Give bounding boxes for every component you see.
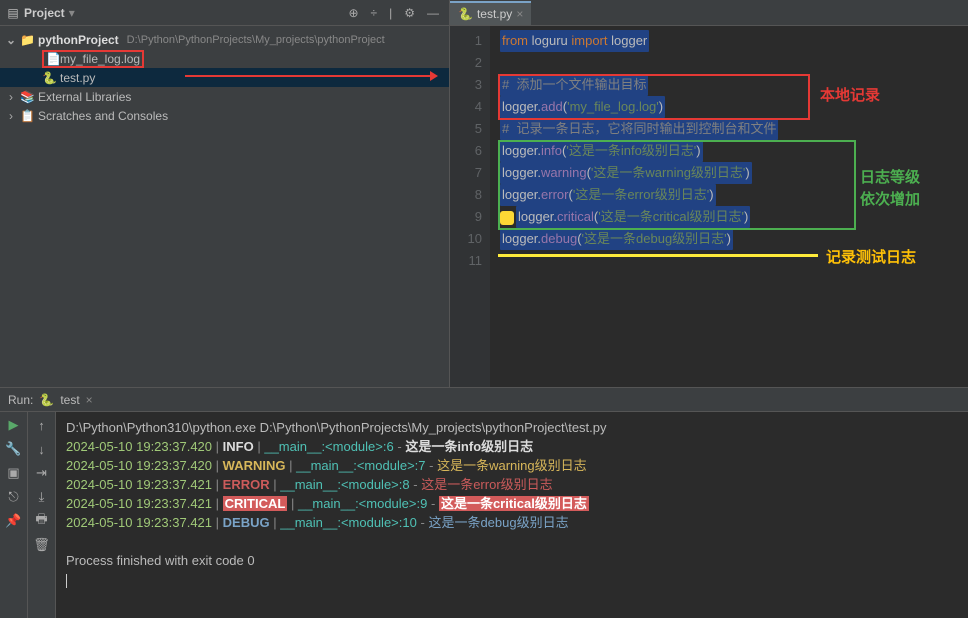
project-icon: ▤ (6, 6, 20, 20)
project-root[interactable]: ⌄ 📁 pythonProject D:\Python\PythonProjec… (0, 30, 449, 49)
run-panel-header: Run: 🐍 test × (0, 388, 968, 412)
run-panel: ▶ 🔧 ▣ ⎋ 📌 ↑ ↓ ⇥ ⤓ 🖶 🗑 D:\Python\Python31… (0, 388, 968, 618)
wrap-icon[interactable]: ⇥ (33, 464, 51, 482)
close-icon[interactable]: × (86, 393, 93, 407)
project-title: Project (24, 6, 65, 20)
run-config-name: test (60, 393, 79, 407)
code-editor[interactable]: 1234567891011 from loguru import logger#… (450, 26, 968, 387)
chevron-right-icon[interactable]: › (6, 109, 16, 123)
exit-icon[interactable]: ⎋ (5, 488, 23, 506)
folder-icon: 📁 (20, 33, 34, 47)
run-tools-secondary: ↑ ↓ ⇥ ⤓ 🖶 🗑 (28, 412, 56, 618)
project-panel-header: ▤ Project ▾ ⊕ ÷ | ⚙ — (0, 0, 449, 26)
file-row-testpy[interactable]: 🐍 test.py (0, 68, 449, 87)
close-icon[interactable]: × (516, 7, 523, 21)
python-icon: 🐍 (39, 393, 54, 407)
file-icon: 📄 (46, 52, 60, 66)
divide-icon[interactable]: ÷ (367, 4, 382, 22)
project-panel: ▤ Project ▾ ⊕ ÷ | ⚙ — ⌄ 📁 pythonProject … (0, 0, 450, 387)
scratches-label: Scratches and Consoles (38, 109, 168, 123)
file-log-highlight: 📄 my_file_log.log (42, 50, 144, 68)
dropdown-icon[interactable]: ▾ (69, 6, 75, 20)
scratch-icon: 📋 (20, 109, 34, 123)
line-gutter: 1234567891011 (450, 26, 490, 387)
file-row-log[interactable]: 📄 my_file_log.log (0, 49, 449, 68)
pin-icon[interactable]: 📌 (5, 512, 23, 530)
library-icon: 📚 (20, 90, 34, 104)
target-icon[interactable]: ⊕ (344, 4, 362, 22)
trash-icon[interactable]: 🗑 (33, 536, 51, 554)
project-tree: ⌄ 📁 pythonProject D:\Python\PythonProjec… (0, 26, 449, 129)
scroll-icon[interactable]: ⤓ (33, 488, 51, 506)
wrench-icon[interactable]: 🔧 (5, 440, 23, 458)
python-file-icon: 🐍 (458, 7, 473, 21)
code-area[interactable]: from loguru import logger# 添加一个文件输出目标log… (490, 26, 968, 387)
gear-icon[interactable]: ⚙ (400, 4, 419, 22)
separator-icon: | (385, 4, 396, 22)
down-icon[interactable]: ↓ (33, 440, 51, 458)
print-icon[interactable]: 🖶 (33, 512, 51, 530)
run-tools-primary: ▶ 🔧 ▣ ⎋ 📌 (0, 412, 28, 618)
editor-panel: 🐍 test.py × 1234567891011 from loguru im… (450, 0, 968, 387)
chevron-down-icon[interactable]: ⌄ (6, 33, 16, 47)
run-icon[interactable]: ▶ (5, 416, 23, 434)
editor-tabs: 🐍 test.py × (450, 0, 968, 26)
up-icon[interactable]: ↑ (33, 416, 51, 434)
project-root-name: pythonProject (38, 33, 119, 47)
project-root-path: D:\Python\PythonProjects\My_projects\pyt… (127, 34, 385, 46)
hide-icon[interactable]: — (423, 4, 443, 22)
tab-label: test.py (477, 7, 512, 21)
run-label: Run: (8, 393, 33, 407)
external-libraries[interactable]: › 📚 External Libraries (0, 87, 449, 106)
lightbulb-icon[interactable] (500, 211, 514, 225)
external-libs-label: External Libraries (38, 90, 131, 104)
scratches-consoles[interactable]: › 📋 Scratches and Consoles (0, 106, 449, 125)
console-output[interactable]: D:\Python\Python310\python.exe D:\Python… (56, 412, 968, 618)
python-file-icon: 🐍 (42, 71, 56, 85)
file-log-name: my_file_log.log (60, 52, 140, 66)
file-testpy-name: test.py (60, 71, 95, 85)
editor-tab-testpy[interactable]: 🐍 test.py × (450, 1, 531, 25)
chevron-right-icon[interactable]: › (6, 90, 16, 104)
stop-icon[interactable]: ▣ (5, 464, 23, 482)
